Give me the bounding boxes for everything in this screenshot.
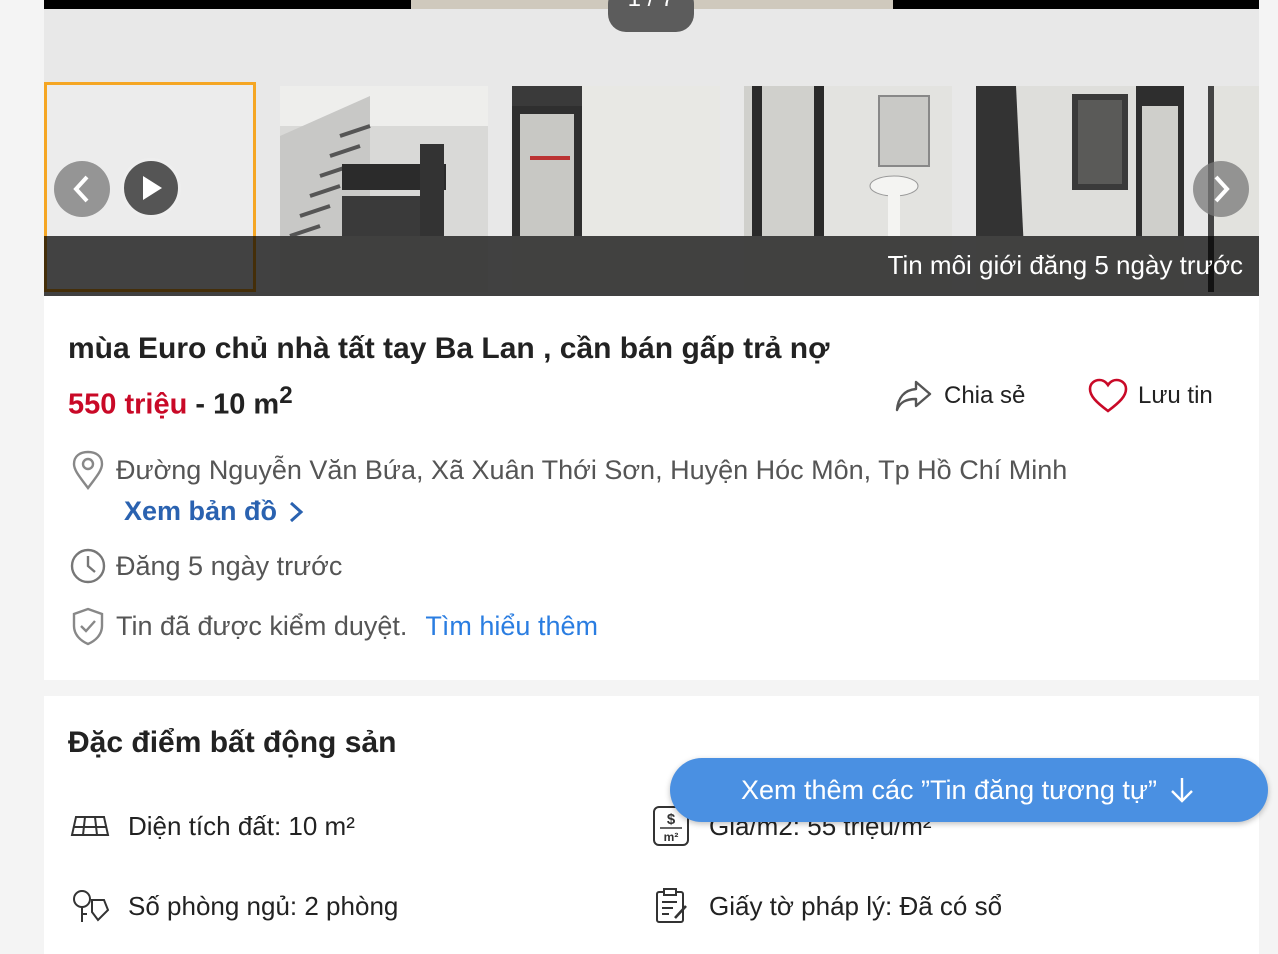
svg-text:m²: m² [664,830,679,844]
photo-gallery: 1 / 7 [44,0,1259,296]
spec-land-area-text: Diện tích đất: 10 m² [128,810,355,841]
save-label: Lưu tin [1138,382,1213,409]
spec-land-area: Diện tích đất: 10 m² [68,804,355,848]
share-button[interactable]: Chia sẻ [894,378,1025,414]
spec-bedrooms-text: Số phòng ngủ: 2 phòng [128,890,399,921]
spec-bedrooms: Số phòng ngủ: 2 phòng [68,884,398,928]
address-text: Đường Nguyễn Văn Bứa, Xã Xuân Thới Sơn, … [116,454,1068,485]
image-counter: 1 / 7 [608,0,694,32]
share-label: Chia sẻ [944,382,1026,409]
poster-info-text: Tin môi giới đăng 5 ngày trước [887,250,1243,280]
clock-icon [68,546,108,586]
view-map-label: Xem bản đồ [124,496,278,526]
play-button[interactable] [121,158,181,218]
arrow-down-icon [1171,778,1193,803]
chevron-left-icon [73,175,89,203]
next-button[interactable] [1193,161,1249,217]
spec-legal-papers: Giấy tờ pháp lý: Đã có sổ [649,884,1002,928]
svg-text:$: $ [667,811,676,828]
similar-listings-button[interactable]: Xem thêm các ”Tin đăng tương tự” [670,758,1268,822]
prev-button[interactable] [54,161,110,217]
bedroom-key-icon [68,884,112,928]
learn-more-link[interactable]: Tìm hiểu thêm [425,611,598,642]
listing-title: mùa Euro chủ nhà tất tay Ba Lan , cần bá… [68,332,830,365]
thumbnail-strip: Tin môi giới đăng 5 ngày trước [44,82,1259,296]
similar-listings-label: Xem thêm các ”Tin đăng tương tự” [740,774,1157,805]
verified-row: Tin đã được kiểm duyệt. Tìm hiểu thêm [68,606,598,646]
save-listing-button[interactable]: Lưu tin [1088,378,1213,414]
spec-legal-papers-text: Giấy tờ pháp lý: Đã có sổ [709,890,1003,921]
listing-price: 550 triệu [68,388,188,421]
chevron-right-icon [1214,175,1230,203]
land-area-icon [68,804,112,848]
shield-check-icon [68,606,108,646]
legal-document-icon [649,884,693,928]
listing-area: 10 m [213,388,280,421]
listing-info-card: mùa Euro chủ nhà tất tay Ba Lan , cần bá… [44,296,1259,680]
posted-time-row: Đăng 5 ngày trước [68,546,342,586]
play-icon [143,176,162,200]
address-row: Đường Nguyễn Văn Bứa, Xã Xuân Thới Sơn, … [68,450,1067,490]
price-separator: - [187,388,214,421]
verified-text: Tin đã được kiểm duyệt. [116,610,408,641]
view-map-link[interactable]: Xem bản đồ [124,496,307,527]
share-icon [895,380,932,412]
price-row: 550 triệu - 10 m2 [68,382,293,422]
area-unit-superscript: 2 [279,382,293,409]
features-title: Đặc điểm bất động sản [68,726,397,759]
location-pin-icon [68,450,108,490]
posted-time-text: Đăng 5 ngày trước [116,550,343,581]
heart-icon [1088,378,1128,413]
property-features-card: Đặc điểm bất động sản Diện tích đất: 10 … [44,696,1259,954]
chevron-right-icon [290,501,304,522]
